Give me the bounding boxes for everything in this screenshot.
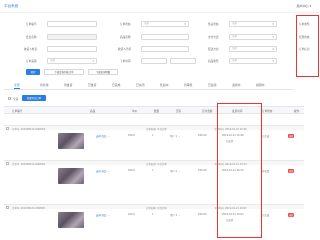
product-thumbnail[interactable] [58,168,84,184]
tab-all[interactable]: 全部 [14,83,20,89]
col-status: 订单状态 [262,110,273,113]
tab-refunding[interactable]: 退款中 [232,83,240,87]
delivery-select[interactable]: 全部 [229,46,277,52]
top-bar [0,0,319,13]
filter-label-settle: 结算状态: [299,36,311,39]
receiver-phone-input[interactable] [141,46,189,52]
order-checkbox[interactable] [6,127,9,130]
member-input[interactable] [47,34,97,40]
order-source: 订单来源: 平台订单 [146,128,167,131]
time-end-input[interactable] [170,58,196,64]
filter-label-pay: 支付方式: [208,36,220,39]
receiver-input[interactable] [47,46,97,52]
product-title[interactable]: 云网 商品 ... [96,169,109,173]
ship-time-highlight [217,103,262,238]
select-all-label: 全选 [13,98,19,101]
col-buyer: 买家 [176,110,182,113]
filter-label-receiver: 收货人姓名: [24,48,38,51]
order-number: 订单号: 2019081211490565 [12,207,46,210]
tab-refunded[interactable]: 已退款 [208,83,216,87]
product-price: ¥49.0 [128,213,135,216]
filter-label-order-no: 订单编号: [26,23,38,26]
order-number: 订单号: 2019081211490563 [12,128,46,131]
filter-label-member: 会员名称: [26,36,38,39]
select-all-checkbox[interactable] [8,97,11,100]
tab-unpaid[interactable]: 待付款 [40,83,48,87]
order-tag[interactable]: 退款 [288,169,295,173]
order-tag[interactable]: 退款 [288,213,295,217]
filter-label-type: 商品类型: [208,60,220,63]
product-qty: 1 [152,169,154,172]
search-button[interactable]: 搜索 [26,69,40,75]
order-no-input[interactable] [47,21,97,27]
tab-shipped[interactable]: 已发货 [88,83,96,87]
app-title: 平台系统 [4,4,19,8]
tab-group[interactable]: 拼团中 [256,83,264,87]
product-price: ¥49.0 [128,169,135,172]
filter-label-product: 商品名称: [120,36,132,39]
export-detail-button[interactable]: 下载查询明细 [88,69,118,75]
buyer-name: 用户 1 ... [170,135,181,138]
buyer-name: 用户 3 ... [170,214,181,217]
order-number: 订单号: 2019081211490564 [12,163,46,166]
order-status: 已完成 [262,135,270,138]
order-source: 订单来源: 平台订单 [146,163,167,166]
filter-label-source: 订单来源: [26,60,38,63]
filter-label-aftersale: 售后状态: [208,23,220,26]
pay-select[interactable]: 全部 [229,34,277,40]
tab-aftersale[interactable]: 售后中 [160,83,168,87]
status-tabs: 全部 待付款 待发货 已发货 已完成 已关闭 售后中 待审核 已退款 退款中 拼… [4,82,294,90]
buyer-name: 用户 2 ... [170,170,181,173]
order-checkbox[interactable] [6,162,9,165]
order-checkbox[interactable] [6,206,9,209]
product-price: ¥49.0 [128,134,135,137]
paid-amount: ¥49.00 [198,213,207,216]
order-source: 订单来源: 平台订单 [146,207,167,210]
col-product: 商品 [90,110,96,113]
export-list-button[interactable]: 下载查询列表订单 [44,69,84,75]
filter-label-order-status: 订单状态: [120,23,132,26]
paid-amount: ¥49.00 [198,169,207,172]
paid-amount: ¥49.00 [198,134,207,137]
batch-export-button[interactable]: 批量导出订单 [22,95,46,101]
order-status: 已完成 [262,214,270,217]
product-title[interactable]: 云网 商品 ... [96,134,109,138]
col-qty: 数量 [154,110,160,113]
col-actions: 操作 [294,110,300,113]
order-status-select[interactable]: 全部 [141,21,189,27]
time-start-input[interactable] [141,58,167,64]
filter-label-mark: 订单标记: [299,48,311,51]
tab-unshipped[interactable]: 待发货 [64,83,72,87]
product-qty: 1 [152,134,154,137]
user-menu[interactable]: 用户中心 ▾ [297,4,311,8]
tab-review[interactable]: 待审核 [184,83,192,87]
product-title[interactable]: 云网 商品 ... [96,213,109,217]
product-thumbnail[interactable] [58,133,84,149]
col-paid: 实付金额 [202,110,213,113]
tab-completed[interactable]: 已完成 [112,83,120,87]
filter-label-delivery: 配送方式: [208,48,220,51]
aftersale-select[interactable]: 全部 [229,21,277,27]
col-order-no: 订单编号 [12,110,23,113]
product-thumbnail[interactable] [58,212,84,228]
filter-label-receiver-phone: 收货人手机: [118,48,132,51]
source-select[interactable]: 全部 [47,58,97,64]
type-select[interactable]: 全部 [229,58,277,64]
col-price: 单价 [132,110,138,113]
filter-label-order-type: 订单类型: [299,23,311,26]
filter-label-time: 下单时间: [120,60,132,63]
tab-closed[interactable]: 已关闭 [136,83,144,87]
product-input[interactable] [141,34,189,40]
order-tag[interactable]: 退款 [288,134,295,138]
product-qty: 1 [152,213,154,216]
order-status: 待发货 [262,170,270,173]
